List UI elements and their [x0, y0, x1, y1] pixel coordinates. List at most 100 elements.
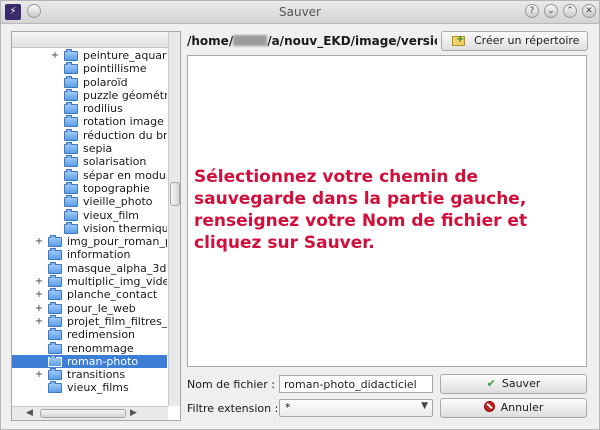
folder-icon — [64, 49, 78, 61]
tree-item[interactable]: + planche_contact — [12, 288, 167, 301]
extension-filter-value: * — [285, 401, 291, 414]
tree-item-label: vieux_films — [67, 381, 129, 395]
folder-icon — [48, 275, 62, 288]
tree-item-label: réduction du bruit — [83, 128, 167, 142]
expand-icon[interactable]: + — [34, 368, 44, 381]
folder-icon — [64, 168, 78, 181]
tree-item[interactable]: réduction du bruit — [12, 128, 167, 142]
cancel-icon — [483, 401, 495, 412]
expand-icon[interactable]: + — [50, 49, 60, 62]
tree-item-label: solarisation — [83, 155, 147, 169]
folder-icon — [48, 341, 62, 354]
tree-item[interactable]: sepia — [12, 142, 167, 155]
filename-input[interactable] — [279, 375, 433, 393]
tree-item-label: projet_film_filtres_img — [67, 314, 167, 328]
tree-horizontal-scroll-thumb[interactable] — [40, 409, 126, 418]
folder-icon — [64, 208, 78, 221]
folder-icon — [48, 354, 62, 367]
tree-item-label: sepia — [83, 142, 113, 156]
tree-item[interactable]: + pour_le_web — [12, 301, 167, 315]
check-icon: ✔ — [486, 377, 496, 390]
folder-icon — [64, 115, 78, 128]
tree-item-label: vieille_photo — [83, 195, 153, 209]
tree-item-label: transitions — [67, 368, 126, 382]
tree-item[interactable]: redimension — [12, 328, 167, 341]
tree-item[interactable]: + transitions — [12, 368, 167, 381]
tree-item-label: puzzle géométrique — [83, 88, 167, 102]
tree-horizontal-scrollbar[interactable]: ◀ ▶ — [12, 406, 168, 420]
tree-item-label: multiplic_img_video — [67, 275, 167, 289]
tree-item[interactable]: vieux_film — [12, 208, 167, 222]
folder-icon — [48, 248, 62, 261]
create-directory-button[interactable]: Créer un répertoire — [441, 31, 588, 51]
expand-icon[interactable]: + — [34, 235, 44, 248]
tree-item[interactable]: renommage — [12, 341, 167, 355]
folder-icon — [64, 181, 78, 194]
tree-item[interactable]: information — [12, 248, 167, 261]
folder-icon — [64, 128, 78, 141]
tree-item[interactable]: rodilius — [12, 102, 167, 115]
help-icon[interactable]: ? — [525, 4, 539, 18]
folder-icon — [48, 301, 62, 314]
instruction-message: Sélectionnez votre chemin de sauvegarde … — [194, 167, 528, 253]
folder-icon — [48, 235, 62, 248]
tree-item[interactable]: masque_alpha_3d — [12, 261, 167, 275]
extension-filter-select[interactable]: * ▼ — [279, 399, 433, 417]
tree-item[interactable]: vieux_films — [12, 381, 167, 394]
tree-item[interactable]: vieille_photo — [12, 195, 167, 208]
tree-item[interactable]: + projet_film_filtres_img — [12, 314, 167, 328]
tree-item-label: pointillisme — [83, 62, 147, 76]
folder-icon — [64, 88, 78, 101]
directory-tree-list: +peinture_aquarellepointillismepolaroïdp… — [12, 49, 167, 406]
redacted-username — [233, 35, 268, 46]
tree-item[interactable]: puzzle géométrique — [12, 88, 167, 102]
tree-item-label: vieux_film — [83, 208, 140, 222]
minimize-icon[interactable]: ⌄ — [544, 4, 558, 18]
tree-item-label: pour_le_web — [67, 301, 136, 315]
expand-icon[interactable]: + — [34, 302, 44, 315]
new-folder-icon — [452, 31, 465, 49]
tree-item-label: topographie — [83, 181, 150, 195]
folder-icon — [48, 314, 62, 327]
tree-item[interactable]: polaroïd — [12, 75, 167, 89]
create-directory-label: Créer un répertoire — [474, 34, 580, 47]
folder-icon — [48, 288, 62, 301]
window-title: Sauver — [279, 5, 321, 19]
maximize-icon[interactable]: ⌃ — [563, 4, 577, 18]
tree-item[interactable]: + img_pour_roman_photo — [12, 235, 167, 248]
tree-item[interactable]: topographie — [12, 181, 167, 195]
folder-icon — [64, 221, 78, 234]
tree-item[interactable]: + peinture_aquarelle — [12, 49, 167, 62]
tree-item[interactable]: pointillisme — [12, 62, 167, 75]
scroll-right-icon[interactable]: ▶ — [130, 408, 137, 418]
save-label: Sauver — [501, 377, 541, 390]
expand-icon[interactable]: + — [34, 275, 44, 288]
tree-header — [12, 32, 168, 48]
title-bar: ⚡ Sauver ? ⌄ ⌃ ✕ — [1, 1, 599, 24]
tree-vertical-scrollbar[interactable] — [168, 32, 180, 406]
tree-item[interactable]: sépar en modules — [12, 168, 167, 182]
save-button[interactable]: ✔ Sauver — [440, 374, 587, 394]
cancel-button[interactable]: Annuler — [440, 398, 587, 418]
chevron-down-icon: ▼ — [421, 401, 428, 411]
tree-item-label: information — [67, 248, 131, 262]
scroll-left-icon[interactable]: ◀ — [26, 408, 33, 418]
tree-vertical-scroll-thumb[interactable] — [170, 182, 180, 206]
folder-icon — [64, 62, 78, 75]
expand-icon[interactable]: + — [34, 288, 44, 301]
tree-item[interactable]: roman-photo — [12, 354, 167, 369]
expand-icon[interactable]: + — [34, 315, 44, 328]
folder-icon — [48, 381, 62, 394]
tree-item-label: img_pour_roman_photo — [67, 235, 167, 249]
current-path: /home/ /a/nouv_EKD/image/version_3/r — [187, 34, 437, 48]
tree-item[interactable]: rotation image — [12, 115, 167, 128]
folder-icon — [48, 261, 62, 274]
tree-item[interactable]: + multiplic_img_video — [12, 275, 167, 288]
filename-label: Nom de fichier : — [187, 378, 275, 391]
tree-item-label: redimension — [67, 328, 136, 342]
tree-item[interactable]: vision thermique — [12, 221, 167, 235]
close-icon[interactable]: ✕ — [582, 4, 596, 18]
folder-icon — [64, 142, 78, 155]
tree-item[interactable]: solarisation — [12, 155, 167, 168]
folder-icon — [48, 328, 62, 341]
